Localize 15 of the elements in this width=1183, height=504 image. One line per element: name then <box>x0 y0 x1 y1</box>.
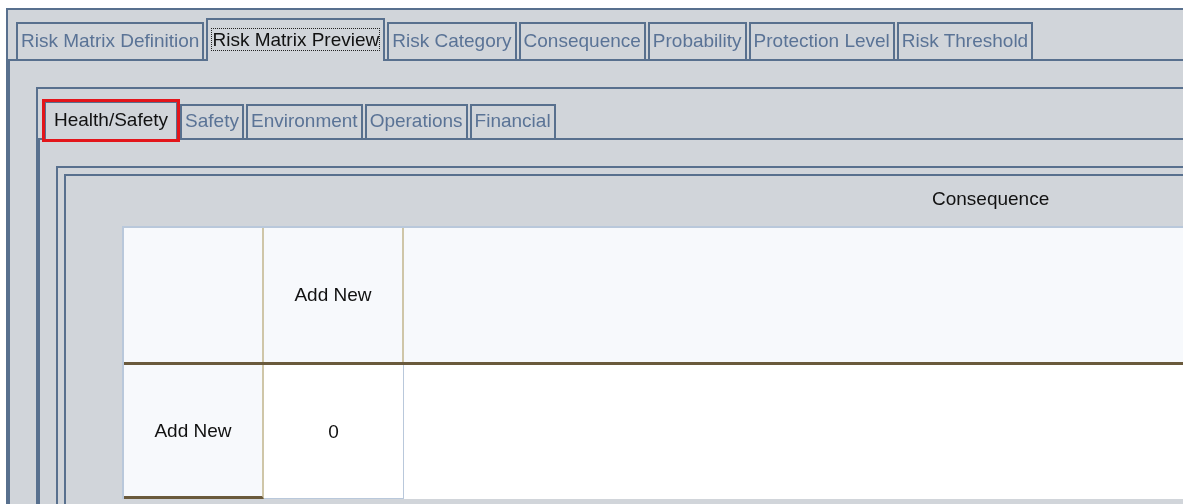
tab[interactable]: Consequence <box>518 22 646 59</box>
table-cell: 0 <box>264 365 404 499</box>
tab[interactable]: Probability <box>647 22 747 59</box>
tab[interactable]: Risk Category <box>387 22 517 59</box>
tab[interactable]: Safety <box>180 104 244 138</box>
tab[interactable]: Risk Matrix Definition <box>16 22 205 59</box>
tab[interactable]: Risk Threshold <box>896 22 1034 59</box>
tab[interactable]: Environment <box>245 104 363 138</box>
axis-label: Consequence <box>932 188 1050 210</box>
row-header-cell[interactable]: Add New <box>124 365 264 499</box>
tab[interactable]: Operations <box>364 104 468 138</box>
tab[interactable]: Health/Safety <box>44 101 179 140</box>
tab[interactable]: Protection Level <box>748 22 895 59</box>
tab[interactable]: Financial <box>469 104 556 138</box>
tab[interactable]: Risk Matrix Preview <box>206 18 386 61</box>
